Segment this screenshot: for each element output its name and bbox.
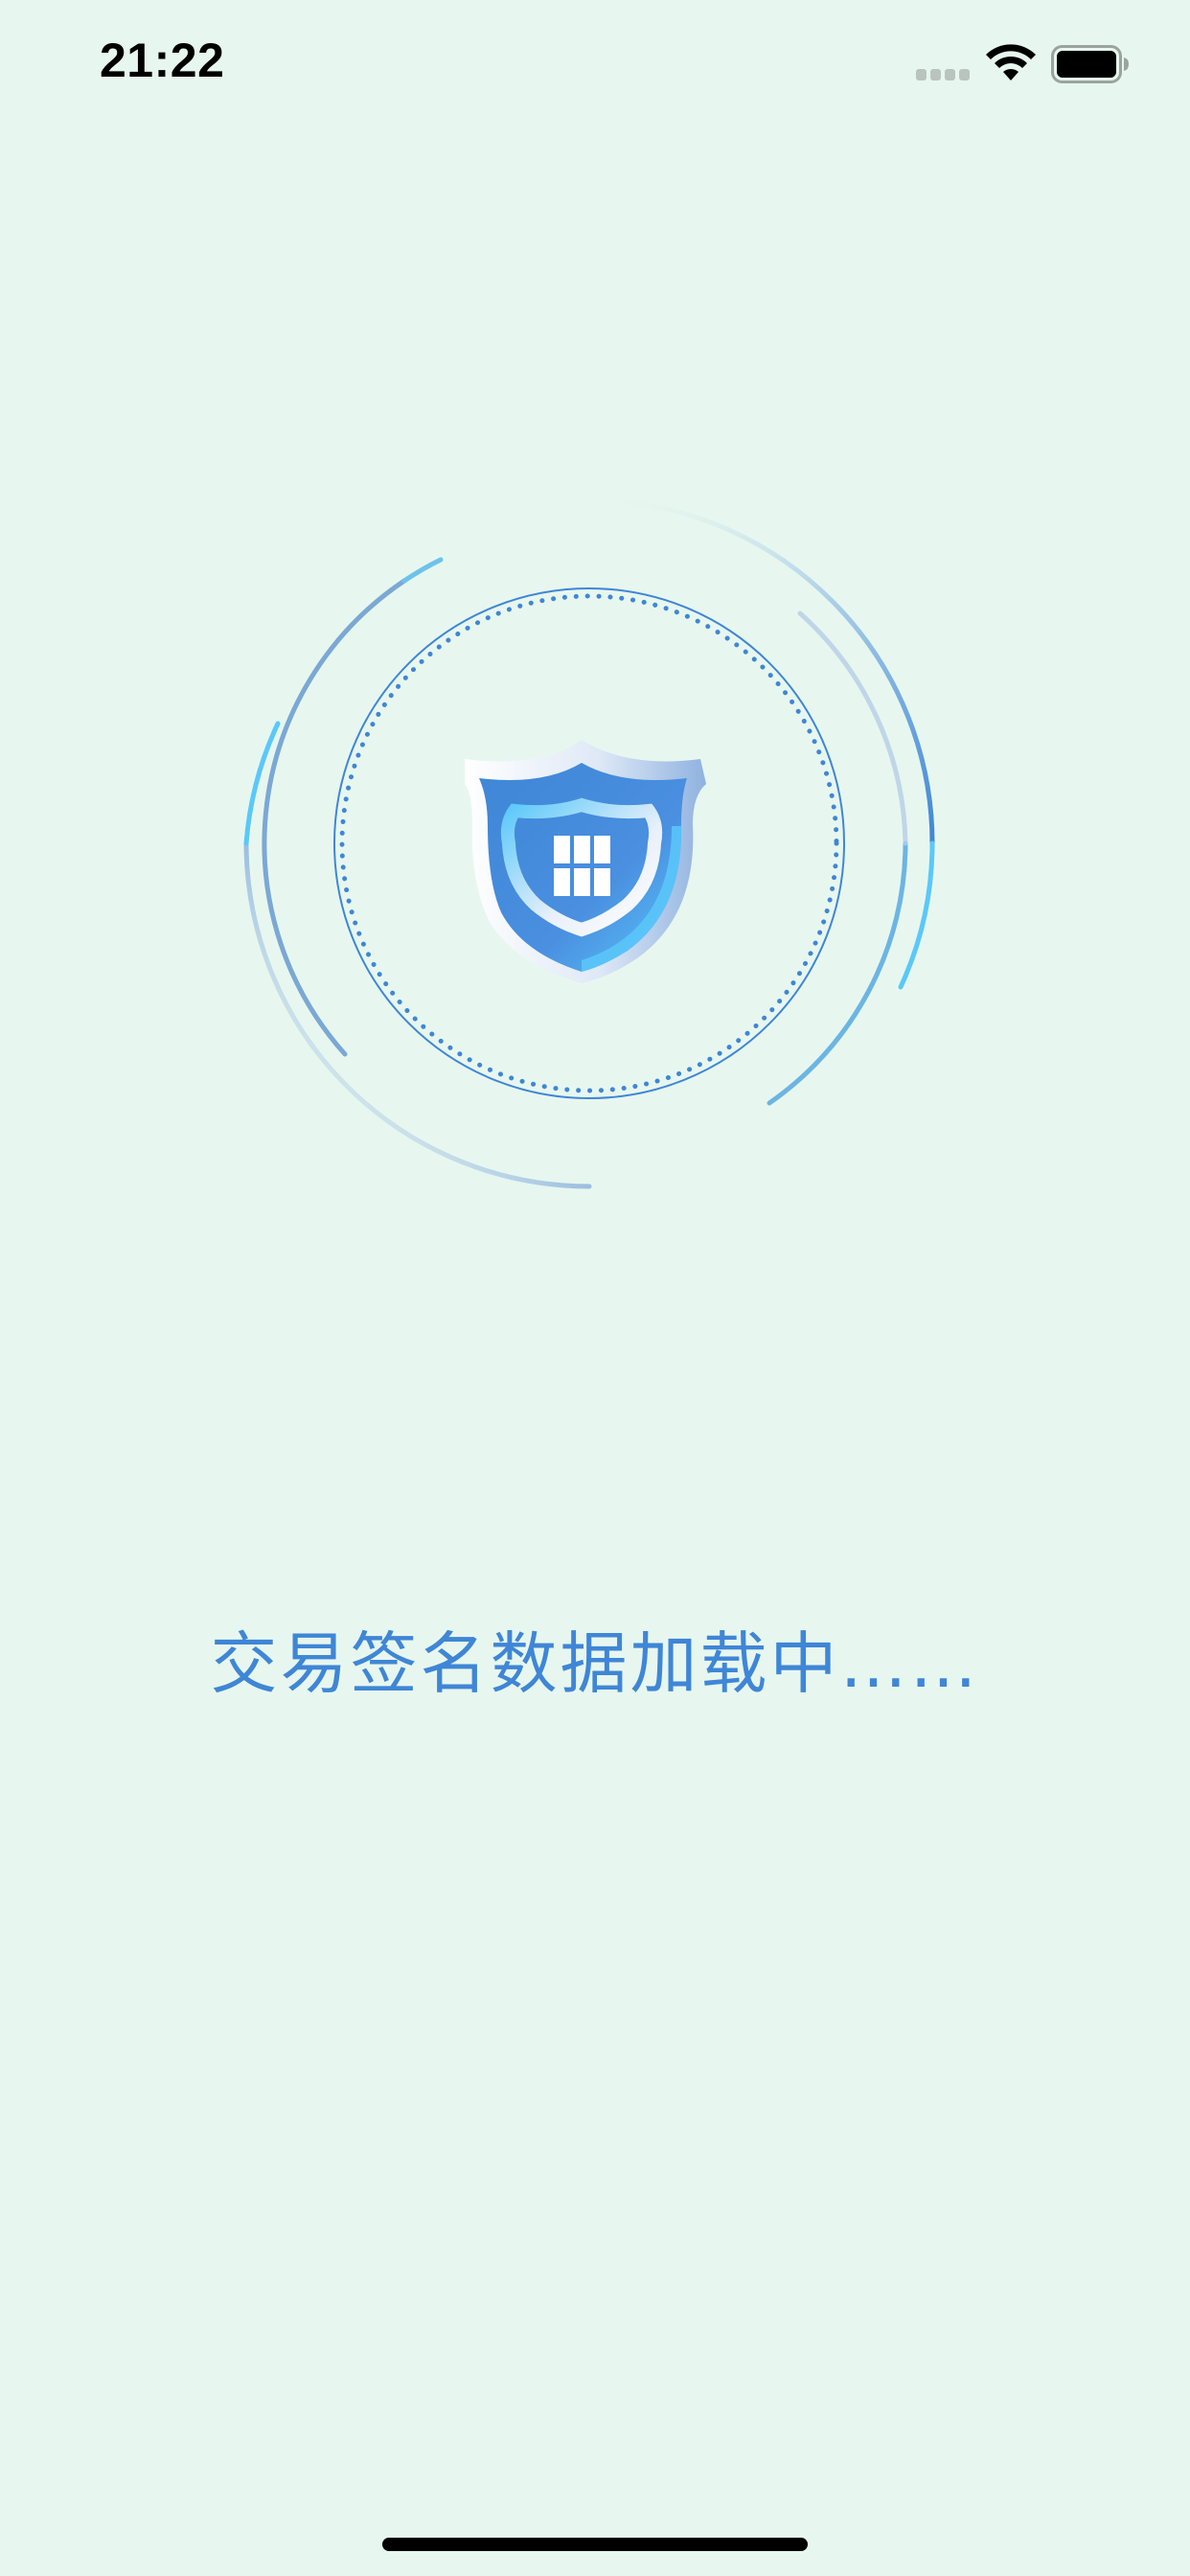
cellular-signal-icon xyxy=(916,69,970,80)
loading-spinner xyxy=(243,497,935,1189)
home-indicator[interactable] xyxy=(382,2538,808,2551)
wifi-icon xyxy=(986,44,1036,80)
status-bar: 21:22 xyxy=(0,0,1190,126)
shield-icon xyxy=(465,740,706,983)
loading-screen: 21:22 交易签名数据加载中…… xyxy=(0,0,1190,2576)
loading-message: 交易签名数据加载中…… xyxy=(210,1624,980,1703)
battery-icon xyxy=(1051,45,1129,83)
status-time: 21:22 xyxy=(100,34,225,87)
